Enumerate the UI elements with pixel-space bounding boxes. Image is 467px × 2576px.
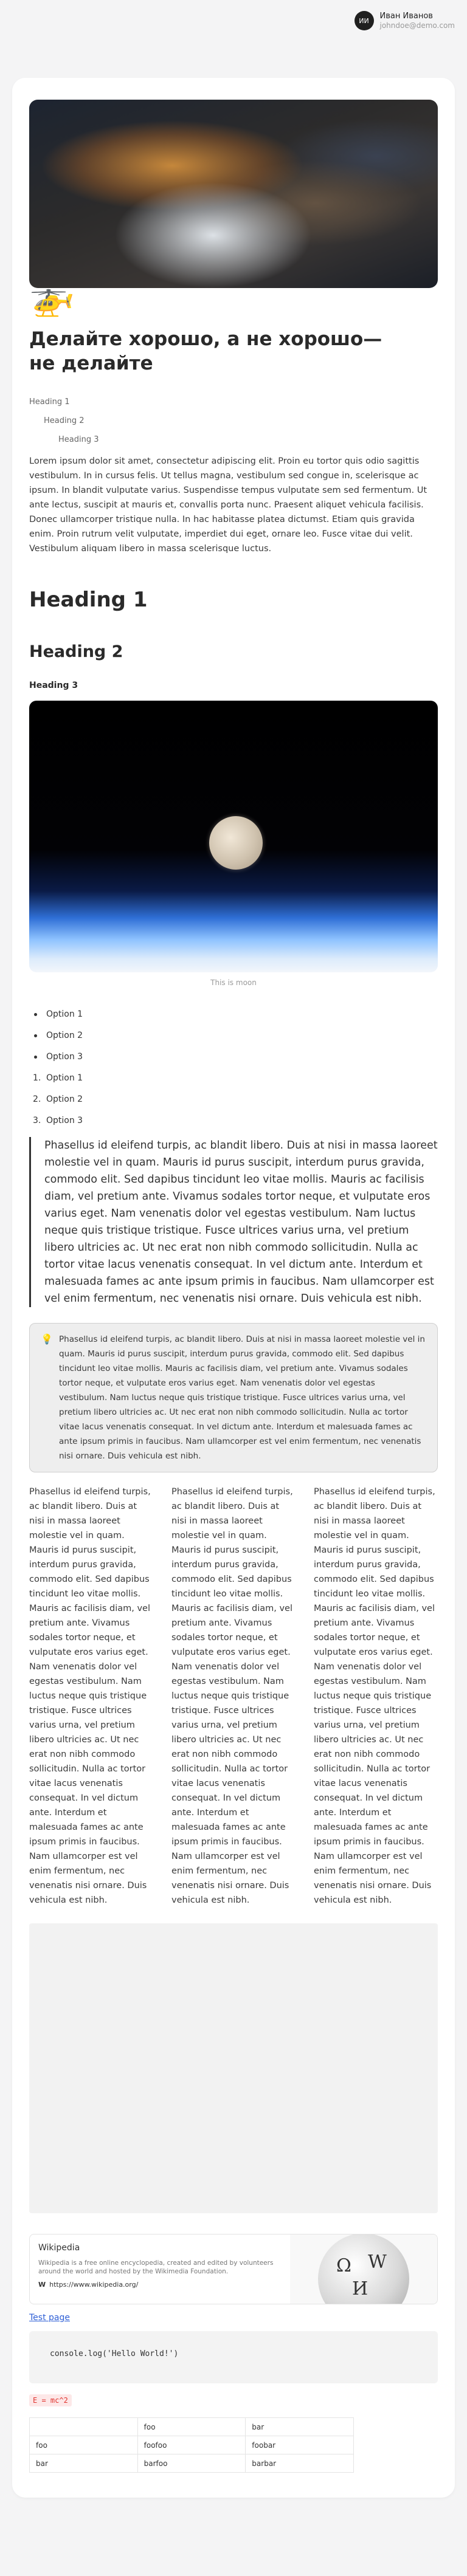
moon-disc [209, 816, 263, 870]
list-item-text: Option 2 [46, 1094, 83, 1104]
intro-paragraph: Lorem ipsum dolor sit amet, consectetur … [29, 456, 427, 554]
list-item-text: Option 3 [46, 1116, 83, 1125]
embed-frame[interactable] [29, 1923, 438, 2213]
bookmark-url-text: https://www.wikipedia.org/ [49, 2281, 139, 2289]
table-cell: foo [137, 2417, 246, 2436]
page-content: 🚁 Делайте хорошо, а не хорошо—не делайте… [29, 100, 438, 2473]
table-cell: barbar [245, 2454, 354, 2473]
numbered-list: 1. Option 1 2. Option 2 3. Option 3 [29, 1073, 438, 1126]
user-email: johndoe@demo.com [379, 21, 455, 30]
table-cell: foofoo [137, 2436, 246, 2454]
list-item: Option 3 [29, 1051, 438, 1062]
bookmark-image: Ω W И [290, 2234, 437, 2304]
table-row: bar barfoo barbar [29, 2454, 354, 2473]
bookmark-title: Wikipedia [38, 2243, 80, 2253]
bulleted-list: Option 1 Option 2 Option 3 [29, 1009, 438, 1062]
toc-item-heading-1[interactable]: Heading 1 [29, 397, 438, 407]
list-item: Option 1 [29, 1009, 438, 1020]
numbered-item: 3. Option 3 [29, 1115, 438, 1126]
callout-text: Phasellus id eleifend turpis, ac blandit… [59, 1334, 425, 1461]
bookmark-card[interactable]: Wikipedia Wikipedia is a free online enc… [29, 2234, 438, 2304]
list-item: Option 2 [29, 1030, 438, 1041]
callout: 💡 Phasellus id eleifend turpis, ac bland… [29, 1323, 438, 1472]
test-page-link[interactable]: Test page [29, 2313, 70, 2323]
column-1: Phasellus id eleifend turpis, ac blandit… [29, 1487, 151, 1905]
blockquote: Phasellus id eleifend turpis, ac blandit… [29, 1137, 438, 1307]
inline-equation: E = mc^2 [29, 2394, 72, 2406]
user-info: Иван Иванов johndoe@demo.com [380, 12, 455, 30]
table-cell: foobar [245, 2436, 354, 2454]
toc-item-heading-3[interactable]: Heading 3 [29, 435, 438, 445]
code-block: console.log('Hello World!') [29, 2331, 438, 2383]
heading-3: Heading 3 [29, 681, 78, 690]
table-cell [29, 2417, 138, 2436]
page-title: Делайте хорошо, а не хорошо—не делайте [29, 328, 382, 374]
table-of-contents: Heading 1 Heading 2 Heading 3 [29, 397, 438, 445]
bookmark-url: W https://www.wikipedia.org/ [38, 2281, 283, 2289]
heading-2: Heading 2 [29, 642, 123, 661]
wikipedia-globe-icon: Ω W И [318, 2234, 409, 2304]
moon-image [29, 701, 438, 972]
lightbulb-icon: 💡 [41, 1333, 53, 1345]
column-2: Phasellus id eleifend turpis, ac blandit… [171, 1487, 293, 1905]
toc-item-heading-2[interactable]: Heading 2 [29, 416, 438, 426]
list-number: 3. [33, 1116, 41, 1125]
avatar[interactable]: ИИ [354, 11, 374, 30]
bookmark-text: Wikipedia Wikipedia is a free online enc… [30, 2234, 291, 2304]
column-3: Phasellus id eleifend turpis, ac blandit… [314, 1487, 435, 1905]
list-item-text: Option 1 [46, 1073, 83, 1083]
columns: Phasellus id eleifend turpis, ac blandit… [29, 1485, 438, 1908]
cover-image [29, 100, 438, 288]
table-row: foo bar [29, 2417, 354, 2436]
list-number: 2. [33, 1094, 41, 1104]
user-header: ИИ Иван Иванов johndoe@demo.com [354, 11, 455, 30]
table-cell: foo [29, 2436, 138, 2454]
page-card: 🚁 Делайте хорошо, а не хорошо—не делайте… [12, 78, 455, 2498]
numbered-item: 1. Option 1 [29, 1073, 438, 1084]
helicopter-icon: 🚁 [29, 276, 75, 318]
table-cell: bar [29, 2454, 138, 2473]
wikipedia-favicon-icon: W [38, 2281, 46, 2289]
image-caption: This is moon [210, 978, 257, 987]
bookmark-description: Wikipedia is a free online encyclopedia,… [38, 2259, 274, 2275]
table-cell: barfoo [137, 2454, 246, 2473]
numbered-item: 2. Option 2 [29, 1094, 438, 1105]
user-name: Иван Иванов [379, 11, 433, 21]
list-number: 1. [33, 1073, 41, 1083]
table-row: foo foofoo foobar [29, 2436, 354, 2454]
heading-1: Heading 1 [29, 588, 148, 612]
table-cell: bar [245, 2417, 354, 2436]
data-table: foo bar foo foofoo foobar bar barfoo bar… [29, 2417, 354, 2473]
